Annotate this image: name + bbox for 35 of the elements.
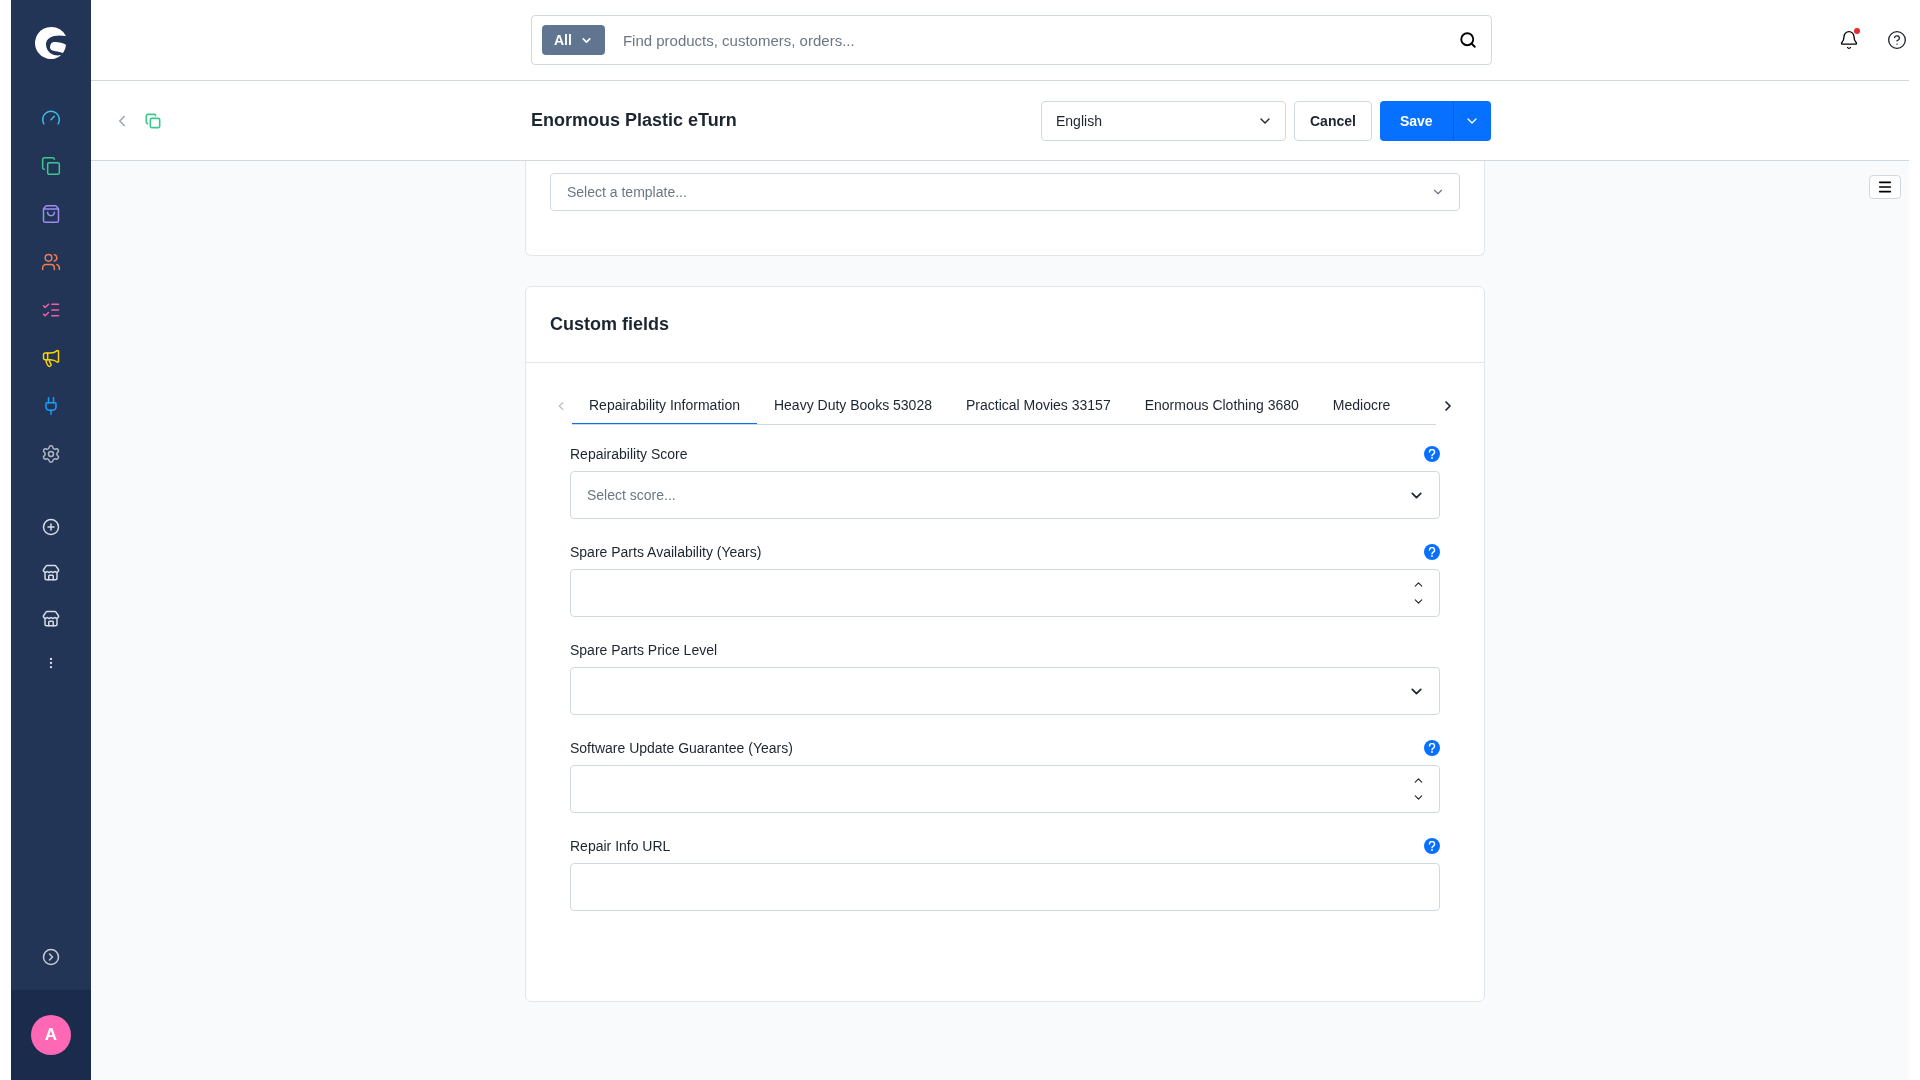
cancel-button[interactable]: Cancel (1294, 100, 1372, 141)
scope-dropdown[interactable]: All (542, 25, 605, 55)
search-icon[interactable] (1459, 31, 1477, 49)
number-field[interactable] (570, 569, 1440, 617)
template-dropdown[interactable]: Select a template... (550, 173, 1460, 211)
nav-icon[interactable] (39, 154, 63, 178)
field-label: Repair Info URL (570, 838, 671, 854)
page-title: Enormous Plastic eTurn (531, 110, 738, 131)
search-field[interactable]: All Find products, customers, orders... (531, 15, 1492, 65)
logo-icon[interactable] (34, 26, 68, 60)
menu-button[interactable] (1869, 175, 1901, 199)
bell-icon[interactable] (1839, 30, 1859, 50)
field-label: Repairability Score (570, 446, 688, 462)
add-circle-icon[interactable] (40, 516, 62, 538)
save-options-button[interactable] (1452, 100, 1491, 141)
field-label: Spare Parts Price Level (570, 642, 718, 658)
tab[interactable]: Heavy Duty Books 53028 (756, 387, 949, 424)
store-icon[interactable] (40, 562, 62, 584)
save-button[interactable]: Save (1379, 100, 1453, 141)
help-icon[interactable] (1887, 30, 1907, 50)
select-field[interactable]: Select score... (570, 471, 1440, 519)
store-icon[interactable] (40, 608, 62, 630)
number-field[interactable] (570, 765, 1440, 813)
tab[interactable]: Mediocre (1315, 387, 1408, 424)
text-field[interactable] (570, 863, 1440, 911)
tab[interactable]: Repairability Information (572, 387, 757, 424)
card-title: Custom fields (550, 314, 669, 335)
field-label: Software Update Guarantee (Years) (570, 740, 793, 756)
expand-icon[interactable] (40, 946, 62, 968)
tab[interactable]: Practical Movies 33157 (948, 387, 1128, 424)
select-field[interactable] (570, 667, 1440, 715)
field-label: Spare Parts Availability (Years) (570, 544, 762, 560)
language-dropdown[interactable]: English (1041, 100, 1286, 141)
menu-icon (1877, 179, 1893, 195)
tab[interactable]: Enormous Clothing 3680 (1127, 387, 1316, 424)
